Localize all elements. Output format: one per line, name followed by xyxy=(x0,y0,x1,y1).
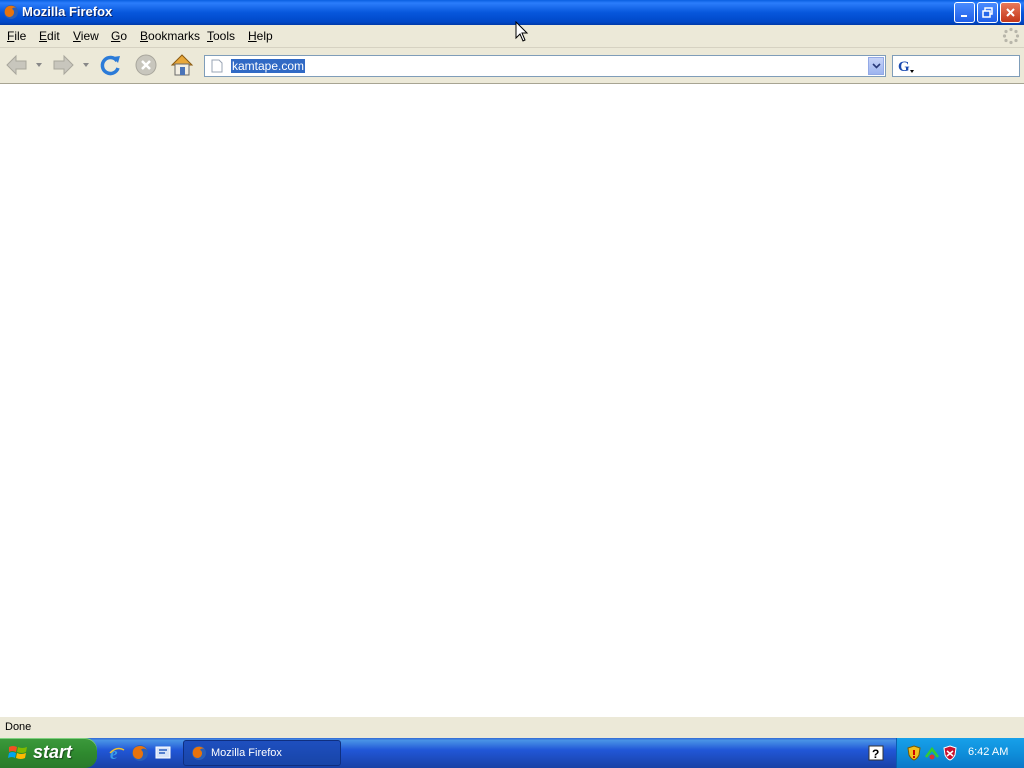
menu-go[interactable]: Go xyxy=(111,29,127,43)
title-bar[interactable]: Mozilla Firefox xyxy=(0,0,1024,25)
security-shield-icon[interactable] xyxy=(906,745,922,761)
svg-text:?: ? xyxy=(872,747,879,761)
clock: 6:42 AM xyxy=(968,746,1009,758)
close-icon xyxy=(1006,8,1015,17)
close-button[interactable] xyxy=(1000,2,1021,23)
taskbar-firefox-button[interactable]: Mozilla Firefox xyxy=(183,740,341,766)
taskbar-button-label: Mozilla Firefox xyxy=(211,747,282,759)
menu-file[interactable]: File xyxy=(7,29,26,43)
menu-bar: File Edit View Go Bookmarks Tools Help xyxy=(0,25,1024,48)
mouse-cursor-icon xyxy=(515,21,529,42)
search-bar[interactable]: G xyxy=(892,55,1020,77)
page-content[interactable] xyxy=(0,84,1024,716)
status-bar: Done xyxy=(0,716,1024,738)
status-text: Done xyxy=(5,721,32,733)
show-desktop-icon[interactable] xyxy=(154,744,172,762)
menu-tools[interactable]: Tools xyxy=(207,29,235,43)
window-title: Mozilla Firefox xyxy=(22,4,113,19)
stop-icon[interactable] xyxy=(133,52,159,78)
antivirus-shield-icon[interactable] xyxy=(942,745,958,761)
chevron-down-icon xyxy=(871,63,881,69)
firefox-quicklaunch-icon[interactable] xyxy=(131,744,149,762)
url-bar[interactable]: kamtape.com xyxy=(204,55,886,77)
forward-dropdown-icon[interactable] xyxy=(82,62,90,68)
menu-edit[interactable]: Edit xyxy=(39,29,60,43)
menu-help[interactable]: Help xyxy=(248,29,273,43)
svg-text:G: G xyxy=(898,59,910,74)
forward-icon[interactable] xyxy=(50,52,76,78)
minimize-button[interactable] xyxy=(954,2,975,23)
url-dropdown-button[interactable] xyxy=(868,57,884,75)
page-icon xyxy=(211,59,223,73)
home-icon[interactable] xyxy=(169,52,195,78)
windows-logo-icon xyxy=(8,746,27,759)
url-input-text[interactable]: kamtape.com xyxy=(231,59,306,73)
svg-text:e: e xyxy=(110,744,118,762)
start-label: start xyxy=(33,742,73,762)
taskbar: start e Mozilla Firefox ? 6:42 AM xyxy=(0,738,1024,768)
google-search-engine-icon[interactable]: G xyxy=(897,58,917,74)
back-dropdown-icon[interactable] xyxy=(35,62,43,68)
menu-view[interactable]: View xyxy=(73,29,99,43)
minimize-icon xyxy=(961,15,967,17)
reload-icon[interactable] xyxy=(97,52,123,78)
restore-icon xyxy=(982,7,993,18)
internet-explorer-icon[interactable]: e xyxy=(108,744,126,762)
back-icon[interactable] xyxy=(4,52,30,78)
network-icon[interactable] xyxy=(924,745,940,761)
restore-button[interactable] xyxy=(977,2,998,23)
help-icon[interactable]: ? xyxy=(868,745,884,761)
navigation-toolbar: kamtape.com G xyxy=(0,48,1024,84)
throbber-icon xyxy=(1002,27,1020,45)
start-button[interactable]: start xyxy=(0,738,97,768)
firefox-icon xyxy=(4,5,18,19)
menu-bookmarks[interactable]: Bookmarks xyxy=(140,29,200,43)
firefox-icon xyxy=(192,746,206,760)
system-tray: 6:42 AM xyxy=(896,738,1024,768)
